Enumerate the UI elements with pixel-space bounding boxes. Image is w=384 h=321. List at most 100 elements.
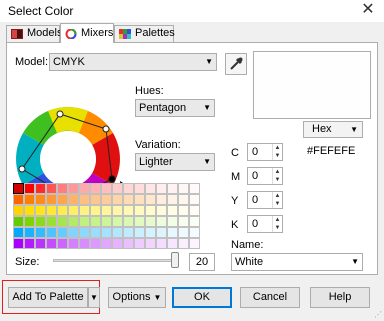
- color-swatch[interactable]: [112, 238, 123, 249]
- color-swatch[interactable]: [189, 183, 200, 194]
- color-swatch[interactable]: [178, 205, 189, 216]
- color-swatch[interactable]: [101, 183, 112, 194]
- color-swatch[interactable]: [68, 205, 79, 216]
- color-swatch[interactable]: [134, 183, 145, 194]
- color-swatch[interactable]: [123, 227, 134, 238]
- color-swatch[interactable]: [35, 238, 46, 249]
- color-swatch[interactable]: [13, 227, 24, 238]
- color-swatch[interactable]: [57, 216, 68, 227]
- color-swatch[interactable]: [178, 216, 189, 227]
- eyedropper-button[interactable]: [225, 53, 247, 75]
- color-swatch[interactable]: [13, 183, 24, 194]
- color-swatch[interactable]: [112, 227, 123, 238]
- color-swatch[interactable]: [68, 194, 79, 205]
- color-swatch[interactable]: [46, 183, 57, 194]
- color-swatch[interactable]: [156, 216, 167, 227]
- color-swatch[interactable]: [178, 238, 189, 249]
- color-swatch[interactable]: [79, 227, 90, 238]
- color-swatch[interactable]: [24, 194, 35, 205]
- tab-palettes[interactable]: Palettes: [114, 25, 175, 42]
- color-swatch[interactable]: [145, 194, 156, 205]
- color-swatch[interactable]: [189, 194, 200, 205]
- color-swatch[interactable]: [156, 227, 167, 238]
- color-swatch[interactable]: [112, 205, 123, 216]
- color-swatch[interactable]: [134, 216, 145, 227]
- color-swatch[interactable]: [101, 238, 112, 249]
- color-swatch[interactable]: [79, 238, 90, 249]
- color-swatch[interactable]: [79, 194, 90, 205]
- color-swatch[interactable]: [90, 205, 101, 216]
- color-swatch[interactable]: [123, 194, 134, 205]
- color-swatch[interactable]: [35, 216, 46, 227]
- cmyk-field-c[interactable]: 0 ▲ ▼: [247, 143, 283, 161]
- color-swatch[interactable]: [123, 183, 134, 194]
- color-swatch[interactable]: [189, 205, 200, 216]
- color-swatch[interactable]: [167, 238, 178, 249]
- color-swatch[interactable]: [178, 227, 189, 238]
- model-select[interactable]: CMYK ▼: [49, 53, 217, 71]
- color-swatch[interactable]: [68, 216, 79, 227]
- color-swatch[interactable]: [24, 216, 35, 227]
- color-swatch[interactable]: [57, 205, 68, 216]
- close-icon[interactable]: ✕: [358, 0, 378, 20]
- variation-select[interactable]: Lighter ▼: [135, 153, 215, 171]
- color-swatch[interactable]: [178, 194, 189, 205]
- color-swatch[interactable]: [90, 194, 101, 205]
- color-swatch[interactable]: [90, 216, 101, 227]
- color-swatch[interactable]: [13, 238, 24, 249]
- color-swatch[interactable]: [145, 238, 156, 249]
- color-swatch[interactable]: [35, 227, 46, 238]
- color-swatch[interactable]: [13, 216, 24, 227]
- color-swatch[interactable]: [46, 238, 57, 249]
- ok-button[interactable]: OK: [172, 287, 232, 308]
- color-swatch[interactable]: [167, 194, 178, 205]
- color-swatch[interactable]: [68, 238, 79, 249]
- color-swatch[interactable]: [167, 183, 178, 194]
- resize-grip-icon[interactable]: ⋰: [374, 310, 382, 319]
- color-swatch[interactable]: [101, 194, 112, 205]
- color-swatch[interactable]: [57, 238, 68, 249]
- color-swatch[interactable]: [189, 216, 200, 227]
- color-swatch[interactable]: [90, 183, 101, 194]
- color-swatch[interactable]: [101, 205, 112, 216]
- color-swatch[interactable]: [35, 183, 46, 194]
- hex-format-button[interactable]: Hex ▼: [303, 121, 363, 138]
- tab-models[interactable]: Models: [6, 25, 62, 42]
- color-swatch[interactable]: [101, 216, 112, 227]
- add-to-palette-dropdown[interactable]: ▼: [88, 287, 100, 308]
- spinner-icon[interactable]: ▲ ▼: [272, 192, 282, 208]
- color-swatch[interactable]: [68, 183, 79, 194]
- color-swatch[interactable]: [134, 194, 145, 205]
- color-swatch[interactable]: [79, 183, 90, 194]
- cancel-button[interactable]: Cancel: [240, 287, 300, 308]
- color-swatch[interactable]: [112, 183, 123, 194]
- color-swatch[interactable]: [134, 238, 145, 249]
- color-swatch[interactable]: [68, 227, 79, 238]
- color-swatch[interactable]: [24, 205, 35, 216]
- cmyk-field-m[interactable]: 0 ▲ ▼: [247, 167, 283, 185]
- color-swatch[interactable]: [57, 227, 68, 238]
- color-swatch[interactable]: [57, 194, 68, 205]
- color-swatch[interactable]: [189, 227, 200, 238]
- color-swatch[interactable]: [112, 194, 123, 205]
- cmyk-field-k[interactable]: 0 ▲ ▼: [247, 215, 283, 233]
- color-swatch[interactable]: [90, 227, 101, 238]
- options-button[interactable]: Options ▼: [108, 287, 166, 308]
- color-swatch[interactable]: [123, 205, 134, 216]
- tab-mixers[interactable]: Mixers: [60, 23, 114, 43]
- color-swatch[interactable]: [13, 205, 24, 216]
- color-swatch[interactable]: [24, 183, 35, 194]
- color-swatch[interactable]: [145, 205, 156, 216]
- color-swatch[interactable]: [156, 194, 167, 205]
- color-swatch[interactable]: [46, 205, 57, 216]
- color-swatch[interactable]: [35, 205, 46, 216]
- color-swatch[interactable]: [156, 238, 167, 249]
- color-swatch[interactable]: [145, 216, 156, 227]
- size-slider-thumb[interactable]: [171, 252, 179, 268]
- color-swatch[interactable]: [145, 227, 156, 238]
- color-swatch[interactable]: [123, 238, 134, 249]
- color-swatch[interactable]: [167, 216, 178, 227]
- color-swatch[interactable]: [134, 227, 145, 238]
- color-swatch[interactable]: [167, 227, 178, 238]
- color-swatch[interactable]: [24, 227, 35, 238]
